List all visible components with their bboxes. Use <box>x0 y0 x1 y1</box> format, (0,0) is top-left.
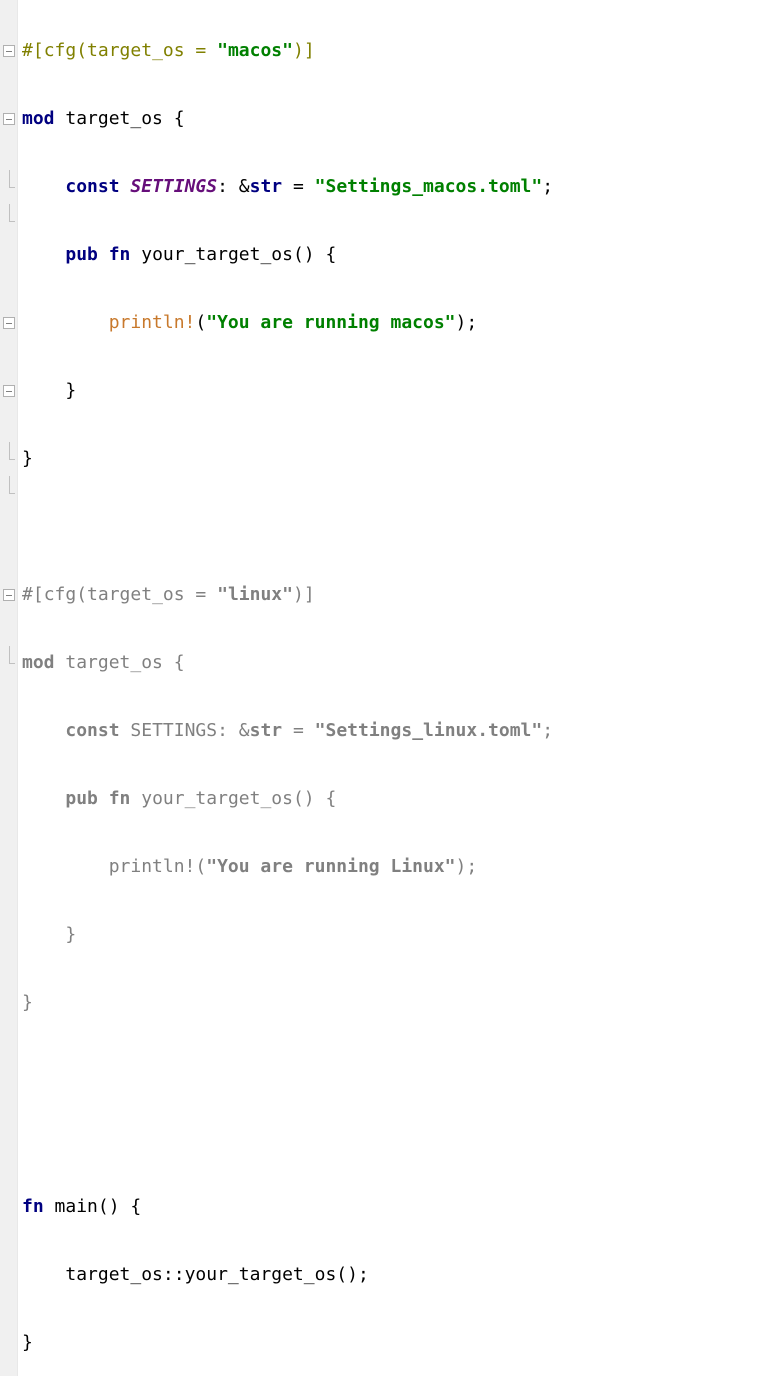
string-literal: "Settings_macos.toml" <box>315 176 543 197</box>
code-line <box>22 510 784 544</box>
code-line: pub fn your_target_os() { <box>22 238 784 272</box>
attr-hash: #[ <box>22 40 44 61</box>
code-line: } <box>22 374 784 408</box>
fn-main: main <box>44 1196 98 1217</box>
attr-hash: #[ <box>22 584 44 605</box>
keyword-mod: mod <box>22 108 55 129</box>
string-literal: "macos" <box>217 40 293 61</box>
const-name: SETTINGS <box>130 176 217 197</box>
fold-close-icon <box>3 181 15 193</box>
code-line: const SETTINGS: &str = "Settings_linux.t… <box>22 714 784 748</box>
code-line: println!("You are running Linux"); <box>22 850 784 884</box>
code-line: println!("You are running macos"); <box>22 306 784 340</box>
call-stmt: target_os::your_target_os(); <box>65 1264 368 1285</box>
fold-minus-icon[interactable] <box>3 45 15 57</box>
macro-println: println! <box>109 856 196 877</box>
keyword-const: const <box>65 720 119 741</box>
const-name: SETTINGS <box>130 720 217 741</box>
code-line: #[cfg(target_os = "linux")] <box>22 578 784 612</box>
keyword-pub: pub <box>65 788 98 809</box>
mod-name: target_os <box>55 108 174 129</box>
fn-name: your_target_os <box>130 788 293 809</box>
fold-close-icon <box>3 453 15 465</box>
keyword-mod: mod <box>22 652 55 673</box>
type-str: str <box>250 176 283 197</box>
mod-name: target_os <box>55 652 174 673</box>
gutter <box>0 0 18 1376</box>
macro-println: println! <box>109 312 196 333</box>
code-line <box>22 1122 784 1156</box>
code-editor: #[cfg(target_os = "macos")] mod target_o… <box>0 0 784 1376</box>
string-literal: "You are running macos" <box>206 312 455 333</box>
code-line: mod target_os { <box>22 646 784 680</box>
code-line: } <box>22 1326 784 1360</box>
fold-minus-icon[interactable] <box>3 589 15 601</box>
string-literal: "Settings_linux.toml" <box>315 720 543 741</box>
keyword-pub: pub <box>65 244 98 265</box>
fold-minus-icon[interactable] <box>3 385 15 397</box>
code-line: mod target_os { <box>22 102 784 136</box>
fn-name: your_target_os <box>130 244 293 265</box>
keyword-const: const <box>65 176 119 197</box>
code-line: } <box>22 918 784 952</box>
code-line: } <box>22 442 784 476</box>
code-area[interactable]: #[cfg(target_os = "macos")] mod target_o… <box>18 0 784 1376</box>
code-line: target_os::your_target_os(); <box>22 1258 784 1292</box>
attr-cfg: cfg <box>44 40 77 61</box>
type-str: str <box>250 720 283 741</box>
attr-key: target_os <box>87 40 185 61</box>
keyword-fn: fn <box>109 244 131 265</box>
code-line: const SETTINGS: &str = "Settings_macos.t… <box>22 170 784 204</box>
attr-cfg: cfg <box>44 584 77 605</box>
string-literal: "linux" <box>217 584 293 605</box>
code-line: pub fn your_target_os() { <box>22 782 784 816</box>
keyword-fn: fn <box>22 1196 44 1217</box>
fold-close-icon <box>3 657 15 669</box>
fold-close-icon <box>3 215 15 227</box>
string-literal: "You are running Linux" <box>206 856 455 877</box>
code-line: #[cfg(target_os = "macos")] <box>22 34 784 68</box>
code-line <box>22 1054 784 1088</box>
fold-close-icon <box>3 487 15 499</box>
attr-key: target_os <box>87 584 185 605</box>
fold-minus-icon[interactable] <box>3 317 15 329</box>
keyword-fn: fn <box>109 788 131 809</box>
fold-minus-icon[interactable] <box>3 113 15 125</box>
code-line: } <box>22 986 784 1020</box>
code-line: fn main() { <box>22 1190 784 1224</box>
